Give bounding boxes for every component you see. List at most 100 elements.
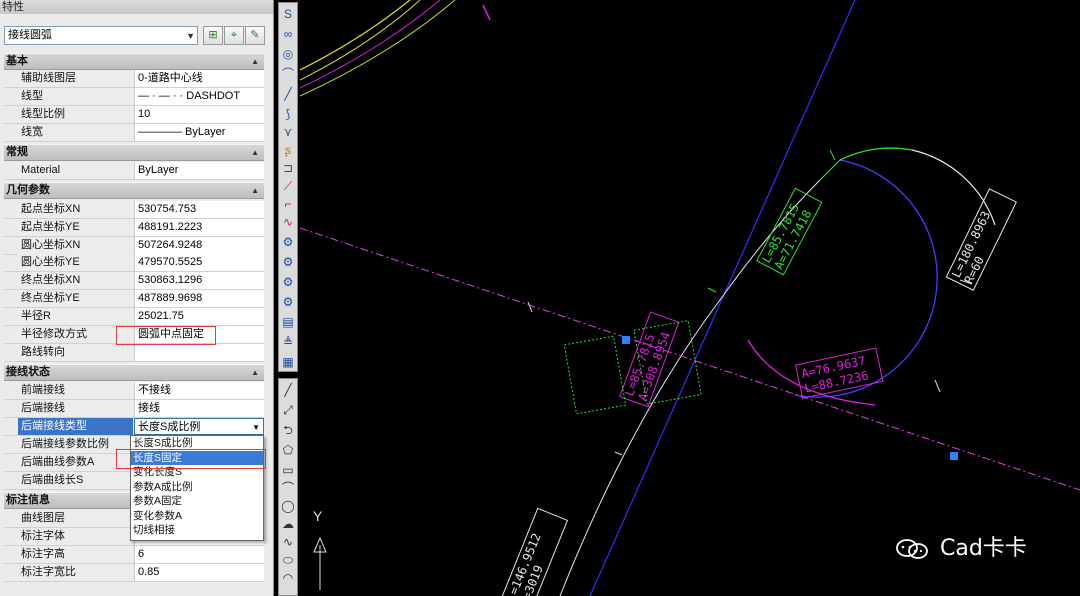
prop-key: 标注字高: [18, 546, 133, 563]
wave-icon[interactable]: ∿: [279, 213, 297, 231]
row-center-ye[interactable]: 圆心坐标YE 479570.5525: [4, 254, 264, 272]
arc-draw-icon[interactable]: ⌒: [279, 479, 297, 497]
row-linetype[interactable]: 线型 — · — · · DASHDOT: [4, 88, 264, 106]
circular-arc: [794, 159, 938, 398]
row-start-ye[interactable]: 起点坐标YE 488191.2223: [4, 219, 264, 237]
spline-draw-icon[interactable]: ∿: [279, 533, 297, 551]
rectangle-icon[interactable]: ▭: [279, 461, 297, 479]
prop-value[interactable]: 487889.9698: [134, 290, 264, 307]
collapse-icon[interactable]: ▲: [251, 54, 259, 69]
prop-key: Material: [18, 162, 133, 179]
prop-value[interactable]: 25021.75: [134, 308, 264, 325]
prop-value[interactable]: 530863.1296: [134, 272, 264, 289]
dropdown-option[interactable]: 切线相接: [131, 523, 263, 538]
quick-select-button[interactable]: ✎: [245, 26, 265, 45]
prop-value[interactable]: 6: [134, 546, 264, 563]
ghost-label-frame: [563, 335, 627, 415]
prop-key: 半径R: [18, 308, 133, 325]
section-general[interactable]: 常规 ▲: [4, 144, 264, 161]
corner-icon[interactable]: ⌐: [279, 195, 297, 213]
slope-icon[interactable]: ⟋: [279, 177, 297, 195]
row-label-height[interactable]: 标注字高 6: [4, 546, 264, 564]
prop-value[interactable]: [134, 344, 264, 361]
prop-value[interactable]: ———— ByLayer: [134, 124, 264, 141]
row-label-width-ratio[interactable]: 标注字宽比 0.85: [4, 564, 264, 582]
prop-value[interactable]: 0-道路中心线: [134, 70, 264, 87]
prop-value[interactable]: ByLayer: [134, 162, 264, 179]
link-icon[interactable]: ∞: [279, 25, 297, 43]
row-start-xn[interactable]: 起点坐标XN 530754.753: [4, 201, 264, 219]
fork-icon[interactable]: ⋎: [279, 123, 297, 141]
polyline-icon[interactable]: ⮌: [279, 421, 297, 439]
grip-handle[interactable]: [950, 452, 958, 460]
circle-icon[interactable]: ◯: [279, 497, 297, 515]
toggle-pickadd-button[interactable]: ⊞: [203, 26, 223, 45]
line-draw-icon[interactable]: ╱: [279, 381, 297, 399]
quick-select-icon: ✎: [250, 29, 260, 41]
row-material[interactable]: Material ByLayer: [4, 162, 264, 180]
prop-value[interactable]: 0.85: [134, 564, 264, 581]
row-back-conn-type[interactable]: 后端接线类型 长度S成比例 ▼: [4, 418, 264, 436]
spline-icon[interactable]: ʂ: [279, 141, 297, 159]
settings-icon[interactable]: ⚙: [279, 273, 297, 291]
bracket-icon[interactable]: ⊐: [279, 159, 297, 177]
object-type-select[interactable]: 接线圆弧 ▼: [4, 26, 198, 45]
ellipse-arc-icon[interactable]: ◠: [279, 569, 297, 587]
prop-value[interactable]: 479570.5525: [134, 254, 264, 271]
collapse-icon[interactable]: ▲: [251, 365, 259, 380]
layers-icon[interactable]: ≜: [279, 333, 297, 351]
prop-value[interactable]: — · — · · DASHDOT: [134, 88, 264, 105]
prop-key: 线型: [18, 88, 133, 105]
spiral-icon[interactable]: S: [279, 5, 297, 23]
back-conn-type-select[interactable]: 长度S成比例 ▼: [134, 418, 264, 435]
row-end-ye[interactable]: 终点坐标YE 487889.9698: [4, 290, 264, 308]
grid-icon[interactable]: ▦: [279, 353, 297, 371]
collapse-icon[interactable]: ▲: [251, 145, 259, 160]
watermark: Cad卡卡: [895, 530, 1027, 562]
prop-value[interactable]: 不接线: [134, 382, 264, 399]
polygon-icon[interactable]: ⬠: [279, 441, 297, 459]
row-lineweight[interactable]: 线宽 ———— ByLayer: [4, 124, 264, 142]
gear-link-icon[interactable]: ⚙: [279, 253, 297, 271]
section-connection[interactable]: 接线状态 ▲: [4, 364, 264, 381]
arc-icon[interactable]: ⌒: [279, 65, 297, 83]
prop-value[interactable]: 507264.9248: [134, 237, 264, 254]
gear-pair-icon[interactable]: ⚙: [279, 233, 297, 251]
select-objects-button[interactable]: ⌖: [224, 26, 244, 45]
dropdown-option[interactable]: 参数A成比例: [131, 480, 263, 495]
dropdown-option[interactable]: 变化参数A: [131, 509, 263, 524]
row-center-xn[interactable]: 圆心坐标XN 507264.9248: [4, 237, 264, 255]
terrain-icon[interactable]: ▤: [279, 313, 297, 331]
drawing-canvas[interactable]: L=180.8963 R=60 L=85.7815 A=71.7418 A=76…: [300, 0, 1080, 596]
prop-value[interactable]: 接线: [134, 400, 264, 417]
ellipse-icon[interactable]: ⬭: [279, 551, 297, 569]
row-aux-layer[interactable]: 辅助线图层 0-道路中心线: [4, 70, 264, 88]
row-end-xn[interactable]: 终点坐标XN 530863.1296: [4, 272, 264, 290]
row-back-conn[interactable]: 后端接线 接线: [4, 400, 264, 418]
row-front-conn[interactable]: 前端接线 不接线: [4, 382, 264, 400]
revcloud-icon[interactable]: ☁: [279, 515, 297, 533]
section-general-label: 常规: [6, 146, 28, 158]
grip-handle[interactable]: [622, 336, 630, 344]
prop-key: 标注字宽比: [18, 564, 133, 581]
prop-value[interactable]: 530754.753: [134, 201, 264, 218]
prop-value[interactable]: 10: [134, 106, 264, 123]
construction-line-icon[interactable]: ⤢: [279, 401, 297, 419]
line-icon[interactable]: ╱: [279, 85, 297, 103]
row-route-dir[interactable]: 路线转向: [4, 344, 264, 362]
dropdown-option[interactable]: 参数A固定: [131, 494, 263, 509]
row-linetype-scale[interactable]: 线型比例 10: [4, 106, 264, 124]
chevron-down-icon[interactable]: ▼: [252, 419, 260, 434]
settings-alt-icon[interactable]: ⚙: [279, 293, 297, 311]
prop-value[interactable]: 488191.2223: [134, 219, 264, 236]
wechat-icon: [896, 539, 928, 559]
tick-mark: [829, 149, 836, 161]
tick-mark: [707, 287, 717, 293]
section-geometry[interactable]: 几何参数 ▲: [4, 182, 264, 199]
section-basic[interactable]: 基本 ▲: [4, 53, 264, 70]
curve-icon[interactable]: ⟆: [279, 105, 297, 123]
row-radius[interactable]: 半径R 25021.75: [4, 308, 264, 326]
prop-key: 圆心坐标YE: [18, 254, 133, 271]
circle-target-icon[interactable]: ◎: [279, 45, 297, 63]
collapse-icon[interactable]: ▲: [251, 183, 259, 198]
